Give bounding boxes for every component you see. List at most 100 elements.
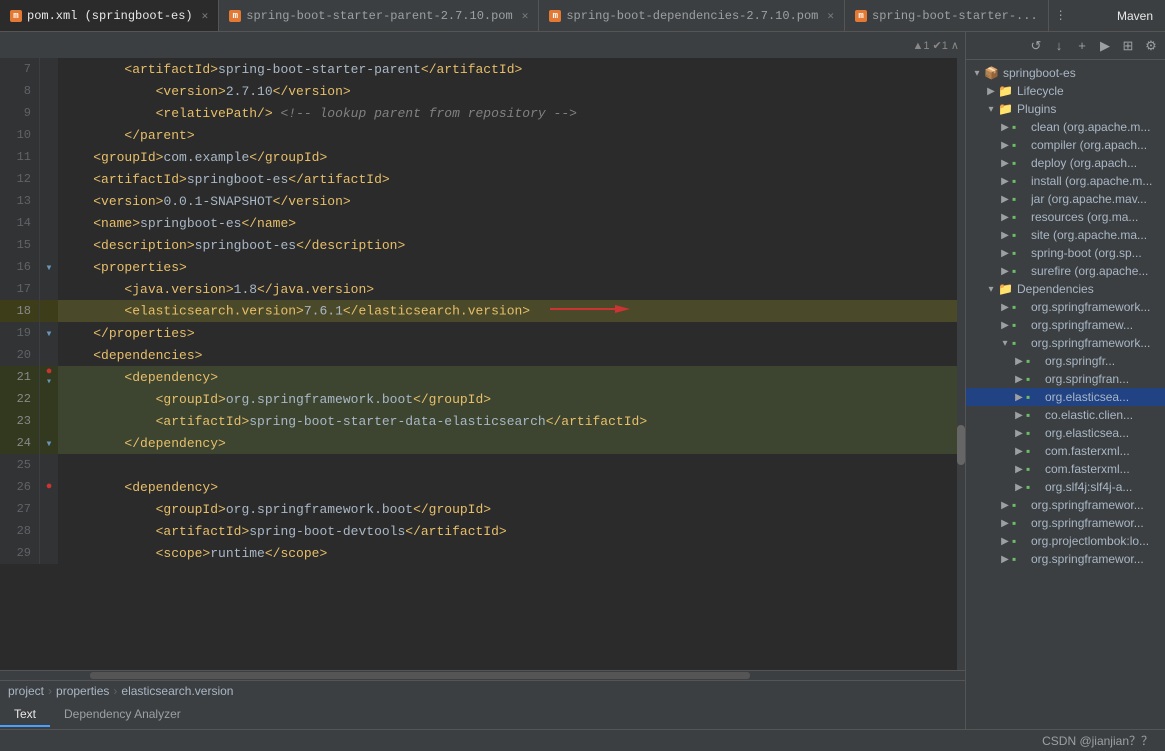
dep-3-label: org.springframework... [1031, 336, 1150, 350]
tab-starter-parent[interactable]: m spring-boot-starter-parent-2.7.10.pom … [219, 0, 539, 31]
maven-subdep-6[interactable]: ▶ ▪ com.fasterxml... [966, 442, 1165, 460]
maven-subdep-4[interactable]: ▶ ▪ co.elastic.clien... [966, 406, 1165, 424]
tree-arrow-root: ▾ [970, 68, 984, 79]
horizontal-scrollbar[interactable] [0, 670, 965, 680]
line-number: 20 [0, 344, 40, 366]
tab-icon-m: m [10, 10, 22, 22]
breadcrumb-sep-2: › [113, 684, 117, 698]
line-content: <dependency> [58, 476, 965, 498]
tab-close-2[interactable]: ✕ [522, 9, 529, 23]
maven-plugin-compiler[interactable]: ▶ ▪ compiler (org.apach... [966, 136, 1165, 154]
line-content: <artifactId>spring-boot-devtools</artifa… [58, 520, 965, 542]
breadcrumb-properties[interactable]: properties [56, 684, 109, 698]
tab-close-3[interactable]: ✕ [827, 9, 834, 23]
table-row: 29 <scope>runtime</scope> [0, 542, 965, 564]
maven-add-btn[interactable]: + [1072, 36, 1092, 56]
maven-run-btn[interactable]: ▶ [1095, 36, 1115, 56]
vertical-scrollbar[interactable] [957, 58, 965, 670]
maven-dep-2[interactable]: ▶ ▪ org.springframew... [966, 316, 1165, 334]
bottom-tab-analyzer[interactable]: Dependency Analyzer [50, 703, 195, 727]
maven-dep-5[interactable]: ▶ ▪ org.springframewor... [966, 514, 1165, 532]
dep-2-label: org.springframew... [1031, 318, 1133, 332]
table-row: 24 ▾ </dependency> [0, 432, 965, 454]
maven-expand-btn[interactable]: ⊞ [1118, 36, 1138, 56]
bottom-tabs: Text Dependency Analyzer [0, 701, 965, 729]
maven-plugin-spring-boot[interactable]: ▶ ▪ spring-boot (org.sp... [966, 244, 1165, 262]
line-number: 11 [0, 146, 40, 168]
breadcrumb-project[interactable]: project [8, 684, 44, 698]
maven-lifecycle-item[interactable]: ▶ 📁 Lifecycle [966, 82, 1165, 100]
maven-subdep-3-active[interactable]: ▶ ▪ org.elasticsea... [966, 388, 1165, 406]
maven-subdep-1[interactable]: ▶ ▪ org.springfr... [966, 352, 1165, 370]
table-row: 25 [0, 454, 965, 476]
maven-subdep-5[interactable]: ▶ ▪ org.elasticsea... [966, 424, 1165, 442]
maven-refresh-btn[interactable]: ↺ [1026, 36, 1046, 56]
tree-arrow-sd2: ▶ [1012, 374, 1026, 385]
tree-arrow-d7: ▶ [998, 554, 1012, 565]
status-bar: CSDN @jianjian？？ [0, 729, 1165, 751]
error-icon-2: ● [46, 481, 53, 493]
h-scroll-thumb[interactable] [90, 672, 750, 679]
line-number: 27 [0, 498, 40, 520]
line-gutter: ● [40, 476, 58, 498]
maven-download-btn[interactable]: ↓ [1049, 36, 1069, 56]
subdep-icon-5: ▪ [1026, 426, 1042, 440]
tree-arrow-p6: ▶ [998, 212, 1012, 223]
tab-close-1[interactable]: ✕ [202, 9, 209, 23]
maven-plugin-resources[interactable]: ▶ ▪ resources (org.ma... [966, 208, 1165, 226]
line-number: 22 [0, 388, 40, 410]
maven-plugin-site[interactable]: ▶ ▪ site (org.apache.ma... [966, 226, 1165, 244]
line-content: </dependency> [58, 432, 965, 454]
subdep-icon-1: ▪ [1026, 354, 1042, 368]
subdep-icon-2: ▪ [1026, 372, 1042, 386]
line-number: 26 [0, 476, 40, 498]
dep-icon-7: ▪ [1012, 552, 1028, 566]
line-gutter: ▾ [40, 256, 58, 278]
maven-dep-1[interactable]: ▶ ▪ org.springframework... [966, 298, 1165, 316]
breadcrumb-elasticsearch[interactable]: elasticsearch.version [121, 684, 233, 698]
tree-arrow-sd6: ▶ [1012, 446, 1026, 457]
bottom-tab-text[interactable]: Text [0, 703, 50, 727]
tab-dependencies[interactable]: m spring-boot-dependencies-2.7.10.pom ✕ [539, 0, 845, 31]
tree-arrow-p2: ▶ [998, 140, 1012, 151]
maven-subdep-8[interactable]: ▶ ▪ org.slf4j:slf4j-a... [966, 478, 1165, 496]
tree-arrow-p7: ▶ [998, 230, 1012, 241]
code-area[interactable]: 7 <artifactId>spring-boot-starter-parent… [0, 58, 965, 670]
maven-dep-4[interactable]: ▶ ▪ org.springframewor... [966, 496, 1165, 514]
maven-dep-7[interactable]: ▶ ▪ org.springframewor... [966, 550, 1165, 568]
line-number: 14 [0, 212, 40, 234]
tab-overflow-btn[interactable]: ⋮ [1049, 8, 1073, 23]
line-gutter [40, 344, 58, 366]
maven-plugin-install[interactable]: ▶ ▪ install (org.apache.m... [966, 172, 1165, 190]
table-row: 27 <groupId>org.springframework.boot</gr… [0, 498, 965, 520]
maven-tree-root[interactable]: ▾ 📦 springboot-es [966, 64, 1165, 82]
line-content: <groupId>org.springframework.boot</group… [58, 388, 965, 410]
scroll-thumb[interactable] [957, 425, 965, 465]
maven-plugin-jar[interactable]: ▶ ▪ jar (org.apache.mav... [966, 190, 1165, 208]
maven-tree[interactable]: ▾ 📦 springboot-es ▶ 📁 Lifecycle ▾ 📁 Plug… [966, 60, 1165, 729]
maven-plugin-clean[interactable]: ▶ ▪ clean (org.apache.m... [966, 118, 1165, 136]
tab-starter[interactable]: m spring-boot-starter-... [845, 0, 1049, 31]
maven-panel: ↺ ↓ + ▶ ⊞ ⚙ ▾ 📦 springboot-es ▶ 📁 Lifecy… [965, 32, 1165, 729]
table-row: 15 <description>springboot-es</descripti… [0, 234, 965, 256]
tab-pom-active[interactable]: m pom.xml (springboot-es) ✕ [0, 0, 219, 31]
maven-plugin-deploy[interactable]: ▶ ▪ deploy (org.apach... [966, 154, 1165, 172]
plugin-dep-icon-4: ▪ [1012, 174, 1028, 188]
maven-subdep-7[interactable]: ▶ ▪ com.fasterxml... [966, 460, 1165, 478]
plugin-site-label: site (org.apache.ma... [1031, 228, 1147, 242]
line-gutter [40, 124, 58, 146]
maven-settings-btn[interactable]: ⚙ [1141, 36, 1161, 56]
maven-dep-3-parent[interactable]: ▾ ▪ org.springframework... [966, 334, 1165, 352]
plugin-jar-label: jar (org.apache.mav... [1031, 192, 1147, 206]
maven-plugin-surefire[interactable]: ▶ ▪ surefire (org.apache... [966, 262, 1165, 280]
subdep-3-label: org.elasticsea... [1045, 390, 1129, 404]
tree-arrow-d5: ▶ [998, 518, 1012, 529]
line-number: 18 [0, 300, 40, 322]
maven-subdep-2[interactable]: ▶ ▪ org.springfran... [966, 370, 1165, 388]
maven-dep-6[interactable]: ▶ ▪ org.projectlombok:lo... [966, 532, 1165, 550]
lifecycle-label: Lifecycle [1017, 84, 1064, 98]
maven-plugins-item[interactable]: ▾ 📁 Plugins [966, 100, 1165, 118]
editor-toolbar: ▲1 ✔1 ∧ [0, 32, 965, 58]
maven-deps-section[interactable]: ▾ 📁 Dependencies [966, 280, 1165, 298]
plugin-dep-icon-3: ▪ [1012, 156, 1028, 170]
